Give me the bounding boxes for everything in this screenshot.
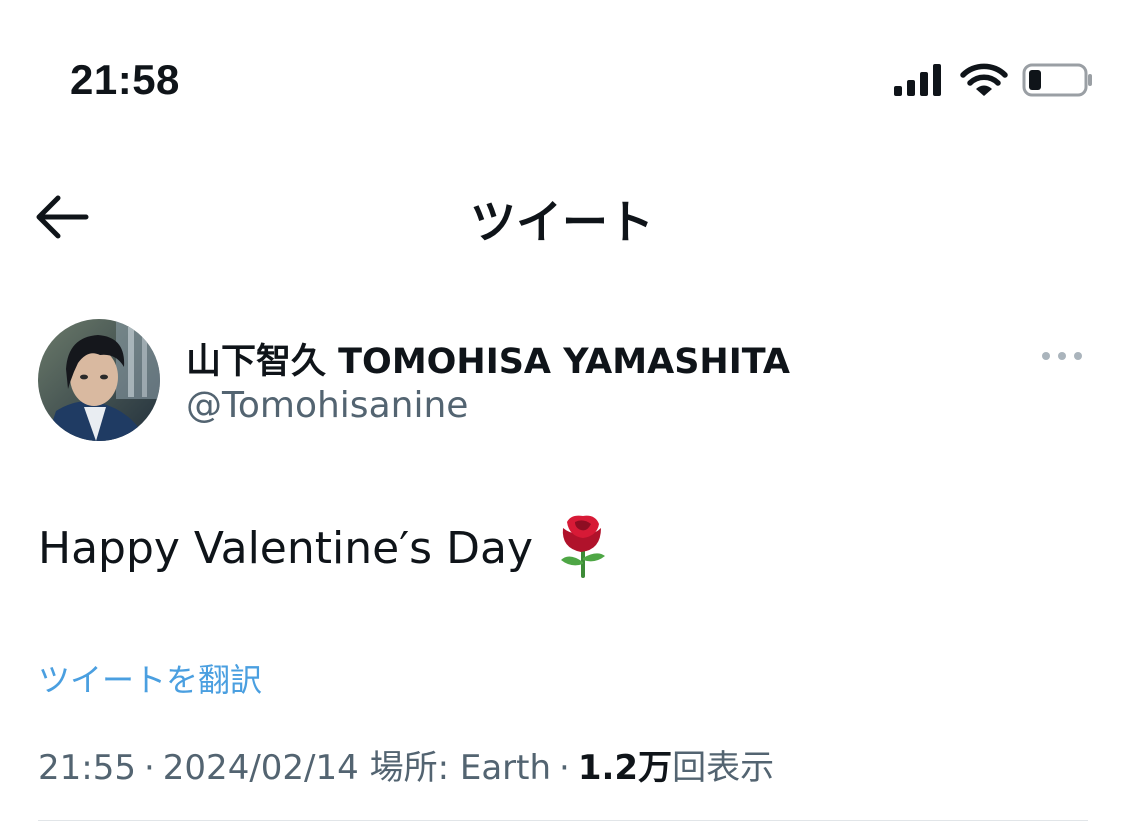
- tweet-detail-screen: 21:58 ツイート 山下智久 TOMOHISA YAMASHITA @Tomo…: [0, 0, 1124, 830]
- avatar-photo: [38, 319, 160, 441]
- meta-separator: ·: [559, 748, 570, 788]
- rose-icon: [560, 515, 605, 578]
- more-horizontal-icon: [1042, 352, 1082, 360]
- translate-tweet-link[interactable]: ツイートを翻訳: [38, 655, 262, 701]
- meta-separator: ·: [143, 748, 155, 788]
- tweet-text: Happy Valentine′s Day: [38, 515, 611, 578]
- tweet-date[interactable]: 2024/02/14: [163, 748, 359, 788]
- avatar[interactable]: [38, 319, 160, 441]
- tweet-text-content: Happy Valentine′s Day: [38, 522, 533, 574]
- author-handle[interactable]: @Tomohisanine: [186, 385, 468, 426]
- status-icons: [890, 62, 1095, 102]
- tweet-meta: 21:55 · 2024/02/14 場所: Earth · 1.2万回表示: [38, 740, 774, 789]
- wifi-icon: [960, 63, 1008, 96]
- cellular-signal-icon: [894, 64, 941, 96]
- battery-low-icon: [1022, 63, 1092, 97]
- tweet-time[interactable]: 21:55: [38, 748, 136, 788]
- views-count: 1.2万: [577, 748, 673, 788]
- author-display-name[interactable]: 山下智久 TOMOHISA YAMASHITA: [186, 333, 790, 384]
- page-title: ツイート: [470, 195, 654, 249]
- divider: [38, 820, 1088, 821]
- status-time: 21:58: [70, 56, 180, 103]
- tweet-location: 場所: Earth: [369, 748, 552, 788]
- views-label: 回表示: [672, 748, 775, 788]
- more-options-button[interactable]: [1036, 344, 1092, 368]
